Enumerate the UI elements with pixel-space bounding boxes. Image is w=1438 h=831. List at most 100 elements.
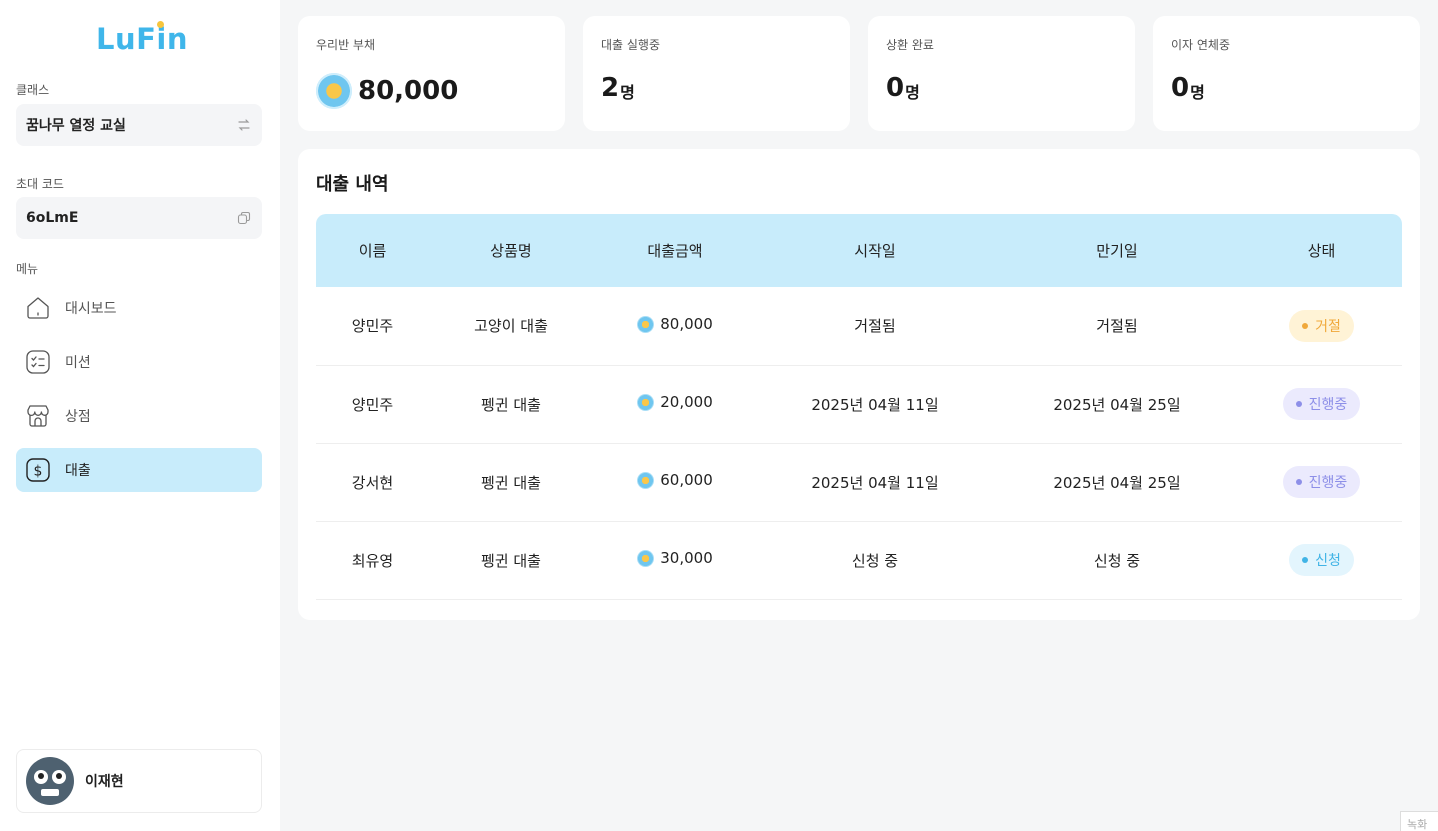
status-label: 신청	[1315, 553, 1341, 569]
menu-item-label: 대시보드	[65, 301, 117, 317]
status-dot	[1295, 479, 1302, 485]
status-label: 거절	[1315, 318, 1341, 335]
loan-table: 이름 상품명 대출금액 시작일 만기일 상태 양민주 고양이 대출 80,000…	[316, 214, 1402, 600]
stat-label: 상환 완료	[886, 38, 934, 52]
status-dot	[1295, 401, 1302, 407]
checklist-icon	[24, 348, 52, 376]
home-icon	[24, 294, 52, 322]
stat-value: 0	[1171, 73, 1190, 103]
cell-amount: 20,000	[593, 365, 757, 444]
invite-code-field[interactable]: 6oLmE	[16, 197, 262, 239]
cell-product: 펭귄 대출	[429, 443, 593, 522]
stat-card-overdue: 이자 연체중 0명	[1153, 16, 1420, 131]
avatar-eye	[34, 770, 48, 784]
column-header: 시작일	[854, 242, 896, 260]
column-header: 대출금액	[647, 242, 703, 260]
cell-name: 양민주	[316, 287, 429, 366]
cell-name: 최유영	[316, 521, 429, 600]
status-badge: 진행중	[1282, 466, 1361, 498]
swap-icon[interactable]	[236, 117, 252, 133]
dollar-icon: $	[24, 456, 52, 484]
stat-unit: 명	[905, 83, 920, 102]
panel-title: 대출 내역	[316, 174, 389, 195]
cell-status: 진행중	[1241, 443, 1402, 522]
stat-value: 80,000	[358, 76, 459, 106]
cell-product: 펭귄 대출	[429, 521, 593, 600]
coin-icon	[637, 549, 655, 567]
status-dot	[1302, 322, 1309, 329]
user-profile-card[interactable]: 이재현	[16, 749, 262, 813]
coin-icon	[316, 73, 352, 109]
stat-unit: 명	[1190, 83, 1205, 102]
svg-text:$: $	[34, 464, 43, 480]
sidebar: LuFin 클래스 꿈나무 열정 교실 초대 코드 6oLmE 메뉴 대시보드 …	[0, 0, 280, 831]
cell-amount: 80,000	[593, 287, 757, 366]
cell-name: 강서현	[316, 443, 429, 522]
coin-icon	[637, 315, 655, 333]
cell-amount: 30,000	[593, 521, 757, 600]
avatar	[26, 757, 74, 805]
column-header: 상태	[1307, 242, 1336, 260]
cell-status: 거절	[1241, 287, 1402, 366]
cell-due-date: 2025년 04월 25일	[993, 365, 1241, 444]
stat-value: 2	[601, 73, 620, 103]
user-name: 이재현	[85, 774, 124, 790]
cell-start-date: 2025년 04월 11일	[757, 365, 993, 444]
avatar-mouth	[41, 789, 59, 796]
stat-card-class-debt: 우리반 부채 80,000	[298, 16, 565, 131]
table-row[interactable]: 최유영 펭귄 대출 30,000 신청 중 신청 중 신청	[316, 521, 1402, 600]
cell-due-date: 신청 중	[993, 521, 1241, 600]
cell-amount: 60,000	[593, 443, 757, 522]
column-header: 상품명	[490, 242, 532, 260]
amount-value: 80,000	[660, 315, 713, 333]
table-row[interactable]: 양민주 고양이 대출 80,000 거절됨 거절됨 거절	[316, 287, 1402, 366]
stat-card-repaid: 상환 완료 0명	[868, 16, 1135, 131]
menu-item-dashboard[interactable]: 대시보드	[16, 286, 262, 330]
app-logo[interactable]: LuFin	[96, 21, 188, 56]
copy-icon[interactable]	[236, 210, 252, 226]
avatar-eye	[52, 770, 66, 784]
menu-item-label: 미션	[65, 355, 91, 371]
menu-section-label: 메뉴	[16, 262, 39, 276]
invite-section-label: 초대 코드	[16, 177, 64, 191]
stat-label: 우리반 부채	[316, 38, 376, 52]
stat-label: 대출 실행중	[601, 38, 661, 52]
table-row[interactable]: 강서현 펭귄 대출 60,000 2025년 04월 11일 2025년 04월…	[316, 443, 1402, 522]
store-icon	[24, 402, 52, 430]
status-badge: 신청	[1289, 544, 1354, 576]
menu-item-store[interactable]: 상점	[16, 394, 262, 438]
status-label: 진행중	[1308, 475, 1348, 491]
stat-label: 이자 연체중	[1171, 38, 1231, 52]
status-label: 진행중	[1308, 397, 1348, 413]
stat-unit: 명	[620, 83, 635, 102]
status-dot	[1302, 557, 1309, 563]
amount-value: 60,000	[660, 471, 713, 490]
cell-status: 진행중	[1241, 365, 1402, 444]
coin-icon	[637, 471, 655, 489]
table-row[interactable]: 양민주 펭귄 대출 20,000 2025년 04월 11일 2025년 04월…	[316, 365, 1402, 444]
cell-start-date: 2025년 04월 11일	[757, 443, 993, 522]
menu-item-loan[interactable]: $ 대출	[16, 448, 262, 492]
class-selector[interactable]: 꿈나무 열정 교실	[16, 104, 262, 146]
cell-start-date: 거절됨	[757, 287, 993, 366]
status-badge: 거절	[1289, 309, 1354, 342]
status-badge: 진행중	[1282, 388, 1361, 420]
cell-product: 펭귄 대출	[429, 365, 593, 444]
column-header: 만기일	[1096, 242, 1138, 260]
menu-item-label: 대출	[65, 463, 91, 479]
menu-item-mission[interactable]: 미션	[16, 340, 262, 384]
cell-product: 고양이 대출	[429, 287, 593, 366]
coin-icon	[637, 393, 655, 411]
column-header: 이름	[358, 242, 387, 260]
amount-value: 30,000	[660, 549, 713, 568]
cell-due-date: 2025년 04월 25일	[993, 443, 1241, 522]
table-header-row: 이름 상품명 대출금액 시작일 만기일 상태	[316, 214, 1402, 287]
class-section-label: 클래스	[16, 83, 50, 97]
cell-start-date: 신청 중	[757, 521, 993, 600]
stat-card-active-loans: 대출 실행중 2명	[583, 16, 850, 131]
corner-widget[interactable]: 녹화	[1400, 811, 1438, 831]
menu-item-label: 상점	[65, 409, 91, 425]
cell-name: 양민주	[316, 365, 429, 444]
loan-history-panel: 대출 내역 이름 상품명 대출금액 시작일 만기일 상태 양민주 고양이 대출 …	[298, 149, 1420, 620]
class-name: 꿈나무 열정 교실	[26, 118, 126, 134]
